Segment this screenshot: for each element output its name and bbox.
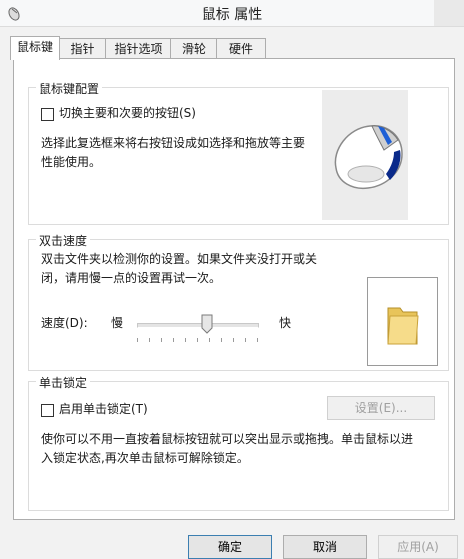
apply-button[interactable]: 应用(A) (378, 535, 458, 559)
switch-buttons-label[interactable]: 切换主要和次要的按钮(S) (59, 104, 196, 123)
tab-panel: 鼠标键配置 切换主要和次要的按钮(S) 选择此复选框来将右按钮设成如选择和拖放等… (13, 58, 455, 520)
folder-icon (387, 307, 419, 345)
click-lock-legend: 单击锁定 (36, 374, 91, 391)
mouse-preview (322, 90, 408, 220)
title-bar: 鼠标 属性 (0, 0, 464, 27)
click-lock-checkbox[interactable] (41, 404, 54, 417)
tab-pointers[interactable]: 指针 (58, 38, 107, 59)
tab-pointer-options[interactable]: 指针选项 (105, 38, 172, 59)
double-click-legend: 双击速度 (36, 232, 91, 249)
close-icon (434, 0, 464, 26)
fast-label: 快 (279, 316, 292, 330)
tab-hardware[interactable]: 硬件 (216, 38, 266, 59)
tab-buttons[interactable]: 鼠标键 (10, 36, 60, 60)
double-click-speed-slider-track[interactable] (137, 323, 259, 328)
double-click-description-line2: 闭，请用慢一点的设置再试一次。 (41, 271, 222, 285)
switch-description-line1: 选择此复选框来将右按钮设成如选择和拖放等主要 (41, 136, 306, 150)
ok-button[interactable]: 确定 (188, 535, 272, 559)
mouse-image (334, 125, 403, 190)
speed-label: 速度(D): (41, 316, 88, 330)
click-lock-label[interactable]: 启用单击锁定(T) (59, 400, 148, 419)
double-click-speed-slider-thumb[interactable] (201, 314, 213, 334)
switch-description-line2: 性能使用。 (41, 155, 102, 169)
close-button[interactable] (434, 0, 464, 26)
click-lock-settings-button[interactable]: 设置(E)... (327, 396, 435, 420)
double-click-speed-group: 双击速度 双击文件夹以检测你的设置。如果文件夹没打开或关 闭，请用慢一点的设置再… (28, 232, 449, 371)
tab-wheel[interactable]: 滑轮 (170, 38, 218, 59)
button-configuration-legend: 鼠标键配置 (36, 80, 103, 97)
switch-buttons-checkbox[interactable] (41, 108, 54, 121)
click-lock-description-line2: 入锁定状态,再次单击鼠标可解除锁定。 (41, 451, 249, 465)
slow-label: 慢 (111, 316, 124, 330)
double-click-test-area[interactable] (367, 277, 438, 366)
click-lock-description-line1: 使你可以不用一直按着鼠标按钮就可以突出显示或拖拽。单击鼠标以进 (41, 432, 414, 446)
cancel-button[interactable]: 取消 (283, 535, 367, 559)
slider-ticks (137, 338, 258, 342)
window-title: 鼠标 属性 (201, 7, 263, 23)
click-lock-group: 单击锁定 启用单击锁定(T) 设置(E)... 使你可以不用一直按着鼠标按钮就可… (28, 374, 449, 511)
double-click-description-line1: 双击文件夹以检测你的设置。如果文件夹没打开或关 (41, 252, 318, 266)
